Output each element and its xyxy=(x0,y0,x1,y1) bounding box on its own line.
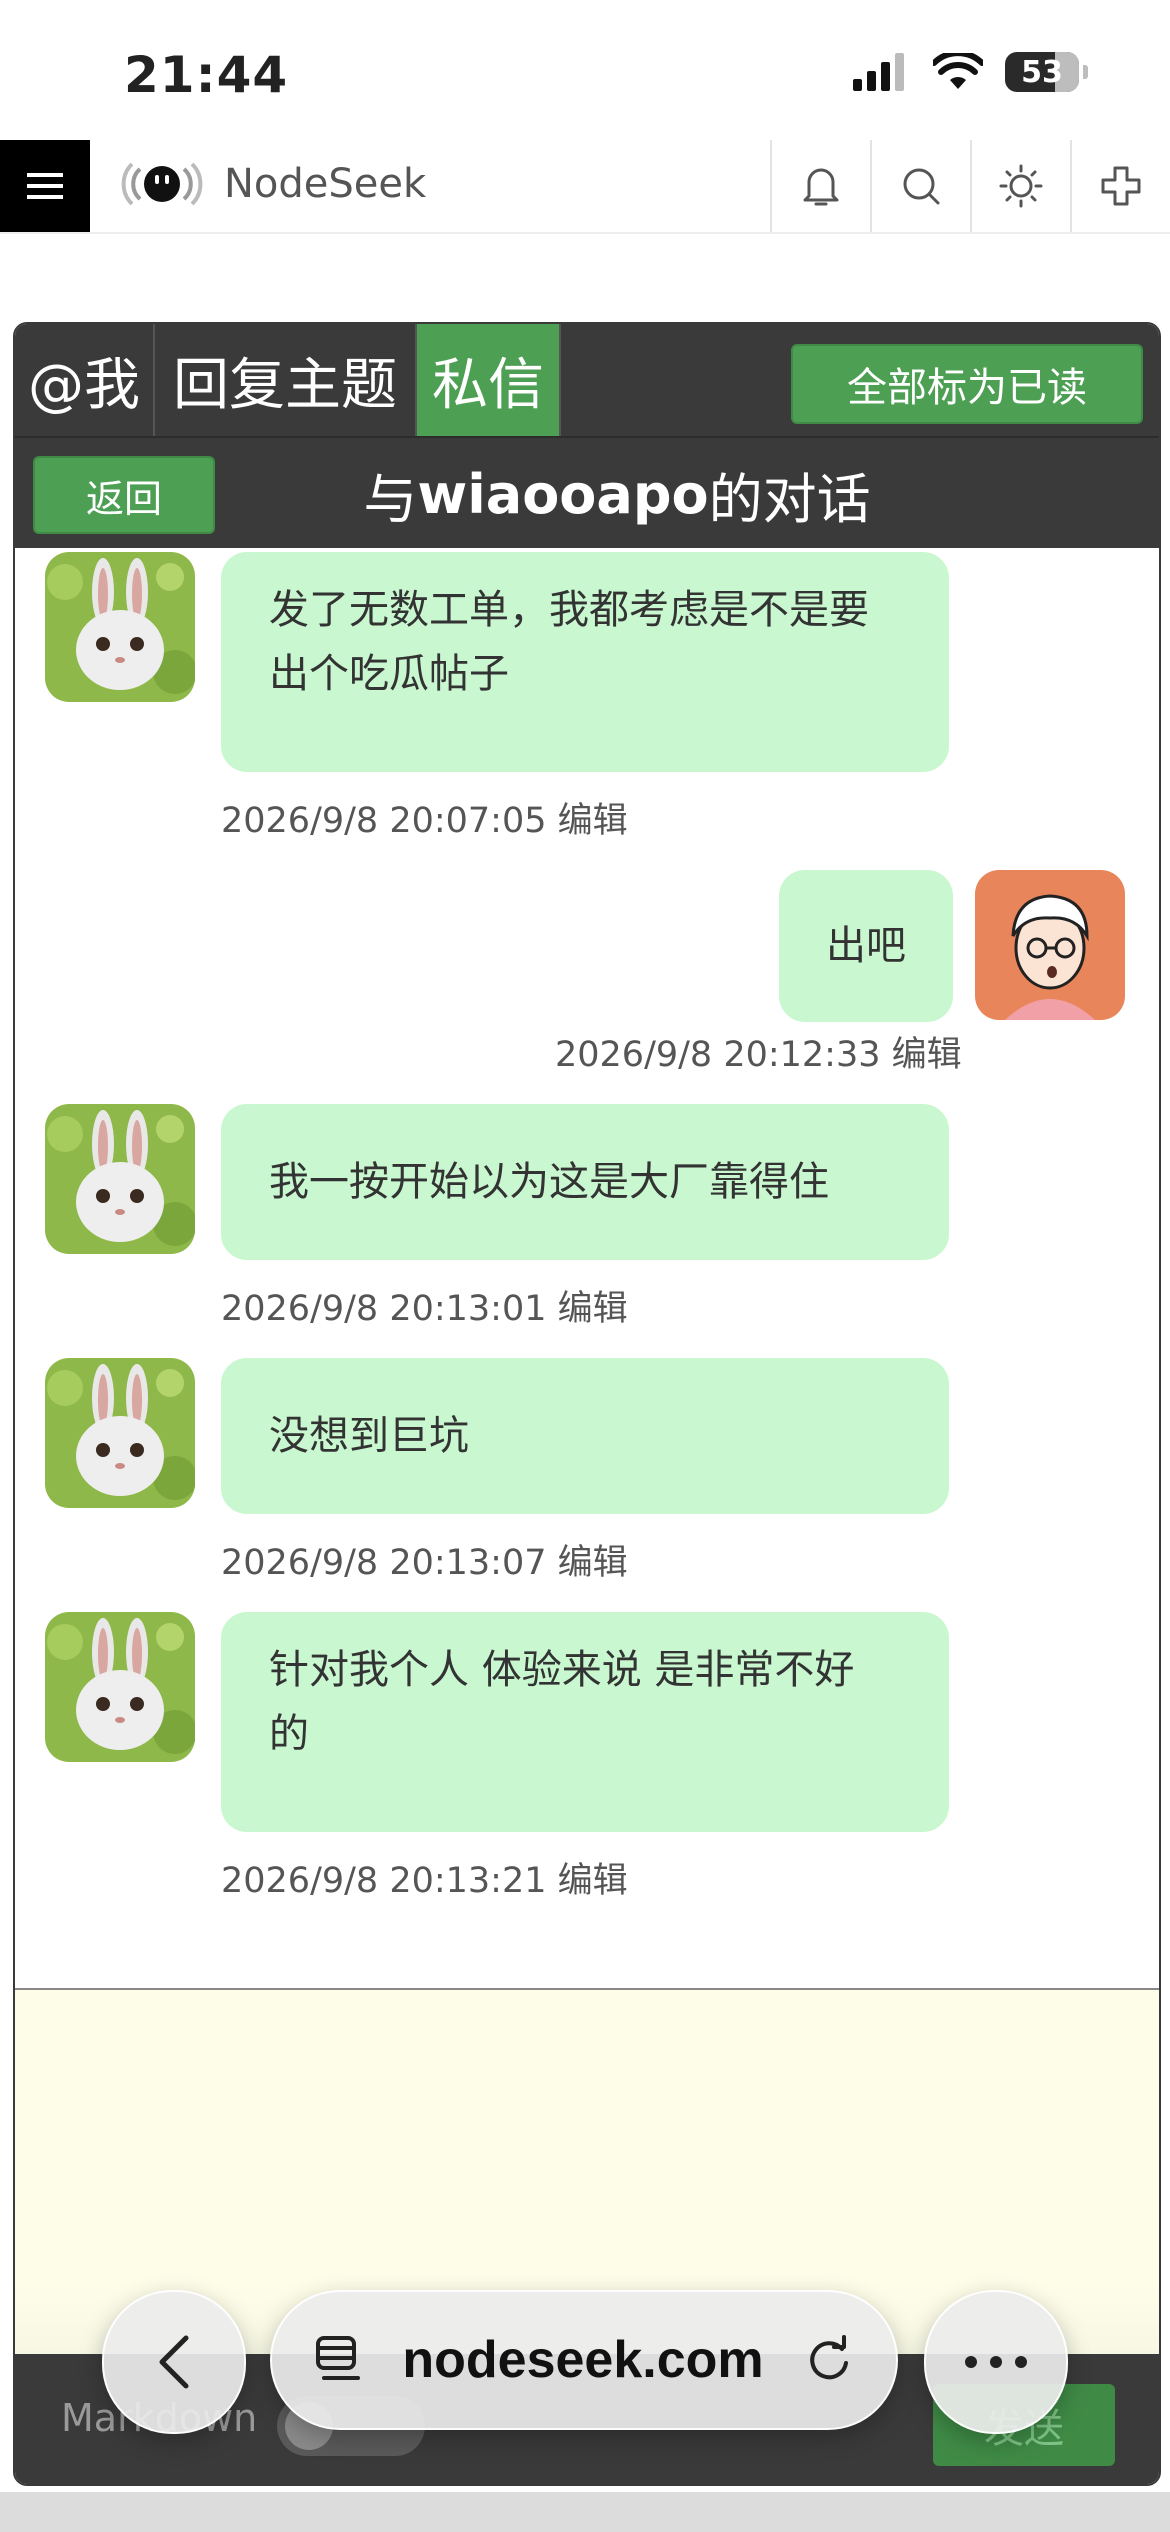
message-meta: 2026/9/8 20:07:05 编辑 xyxy=(221,792,628,843)
message-line: 出个吃瓜帖子 xyxy=(269,651,509,697)
message-list[interactable]: 发了无数工单，我都考虑是不是要 出个吃瓜帖子 2026/9/8 20:07:05… xyxy=(15,548,1159,1990)
tab-replies[interactable]: 回复主题 xyxy=(155,324,417,436)
chevron-left-icon xyxy=(159,2335,189,2389)
message-panel: @我 回复主题 私信 全部标为已读 与 wiaooapo 的对话 返回 发了无数工单… xyxy=(13,322,1161,2486)
message-meta: 2026/9/8 20:13:21 编辑 xyxy=(221,1852,628,1903)
message-line: 针对我个人 体验来说 是非常不好 xyxy=(269,1647,855,1693)
mark-all-read-button[interactable]: 全部标为已读 xyxy=(791,344,1143,424)
back-button[interactable]: 返回 xyxy=(33,456,215,534)
browser-bottom-strip xyxy=(0,2492,1170,2532)
message-time: 2026/9/8 20:13:07 xyxy=(221,1543,547,1583)
site-logo[interactable]: NodeSeek xyxy=(118,158,426,210)
edit-link[interactable]: 编辑 xyxy=(558,1543,628,1583)
status-bar: 21:44 53 xyxy=(0,0,1170,140)
message-line: 的 xyxy=(269,1711,309,1757)
message-line: 没想到巨坑 xyxy=(269,1413,469,1459)
reader-icon xyxy=(316,2336,360,2380)
edit-link[interactable]: 编辑 xyxy=(558,801,628,841)
message-time: 2026/9/8 20:12:33 xyxy=(555,1035,881,1075)
message-line: 出吧 xyxy=(826,923,906,969)
rabbit-avatar-icon xyxy=(45,552,195,702)
edit-link[interactable]: 编辑 xyxy=(558,1289,628,1329)
message-meta: 2026/9/8 20:12:33 编辑 xyxy=(555,1026,962,1077)
address-bar[interactable]: nodeseek.com xyxy=(270,2290,898,2430)
status-time: 21:44 xyxy=(124,46,289,104)
message-time: 2026/9/8 20:07:05 xyxy=(221,801,547,841)
search-button[interactable] xyxy=(870,140,970,232)
message-meta: 2026/9/8 20:13:07 编辑 xyxy=(221,1534,628,1585)
message-line: 我一按开始以为这是大厂靠得住 xyxy=(269,1159,829,1205)
nodeseek-logo-icon xyxy=(121,162,203,206)
message-bubble: 没想到巨坑 xyxy=(221,1358,949,1514)
message-time: 2026/9/8 20:13:01 xyxy=(221,1289,547,1329)
reload-icon[interactable] xyxy=(804,2335,854,2385)
browser-back-button[interactable] xyxy=(102,2290,246,2434)
message-time: 2026/9/8 20:13:21 xyxy=(221,1861,547,1901)
battery-icon: 53 xyxy=(1005,52,1079,92)
avatar[interactable] xyxy=(45,552,195,702)
message-bubble: 发了无数工单，我都考虑是不是要 出个吃瓜帖子 xyxy=(221,552,949,772)
url-text: nodeseek.com xyxy=(402,2331,764,2389)
rabbit-avatar-icon xyxy=(45,1612,195,1762)
new-post-button[interactable] xyxy=(1070,140,1170,232)
message-bubble: 针对我个人 体验来说 是非常不好 的 xyxy=(221,1612,949,1832)
conversation-bar: 与 wiaooapo 的对话 返回 xyxy=(15,436,1159,550)
cellular-signal-icon xyxy=(853,53,904,91)
bell-icon xyxy=(803,168,839,206)
sun-icon xyxy=(999,164,1043,208)
edit-link[interactable]: 编辑 xyxy=(558,1861,628,1901)
theme-toggle-button[interactable] xyxy=(970,140,1070,232)
tab-bar: @我 回复主题 私信 全部标为已读 xyxy=(15,324,1159,436)
search-icon xyxy=(903,168,940,205)
header-actions xyxy=(770,140,1170,232)
notifications-button[interactable] xyxy=(770,140,870,232)
avatar[interactable] xyxy=(45,1104,195,1254)
message-meta: 2026/9/8 20:13:01 编辑 xyxy=(221,1280,628,1331)
more-dots-icon xyxy=(965,2356,1027,2368)
menu-button[interactable] xyxy=(0,140,90,232)
site-name: NodeSeek xyxy=(224,161,427,207)
partner-name[interactable]: wiaooapo xyxy=(417,463,708,526)
grandma-avatar-icon xyxy=(975,870,1125,1020)
avatar[interactable] xyxy=(45,1612,195,1762)
message-bubble: 出吧 xyxy=(779,870,953,1022)
site-header: NodeSeek xyxy=(0,140,1170,234)
tab-private-messages[interactable]: 私信 xyxy=(417,324,561,436)
message-line: 发了无数工单，我都考虑是不是要 xyxy=(269,587,869,633)
wifi-icon xyxy=(933,53,983,89)
message-bubble: 我一按开始以为这是大厂靠得住 xyxy=(221,1104,949,1260)
rabbit-avatar-icon xyxy=(45,1358,195,1508)
avatar[interactable] xyxy=(45,1358,195,1508)
tab-mentions[interactable]: @我 xyxy=(15,324,155,436)
rabbit-avatar-icon xyxy=(45,1104,195,1254)
browser-more-button[interactable] xyxy=(924,2290,1068,2434)
plus-icon xyxy=(1101,166,1141,206)
edit-link[interactable]: 编辑 xyxy=(892,1035,962,1075)
avatar[interactable] xyxy=(975,870,1125,1020)
hamburger-icon xyxy=(27,173,63,199)
status-icons: 53 xyxy=(853,52,1088,92)
